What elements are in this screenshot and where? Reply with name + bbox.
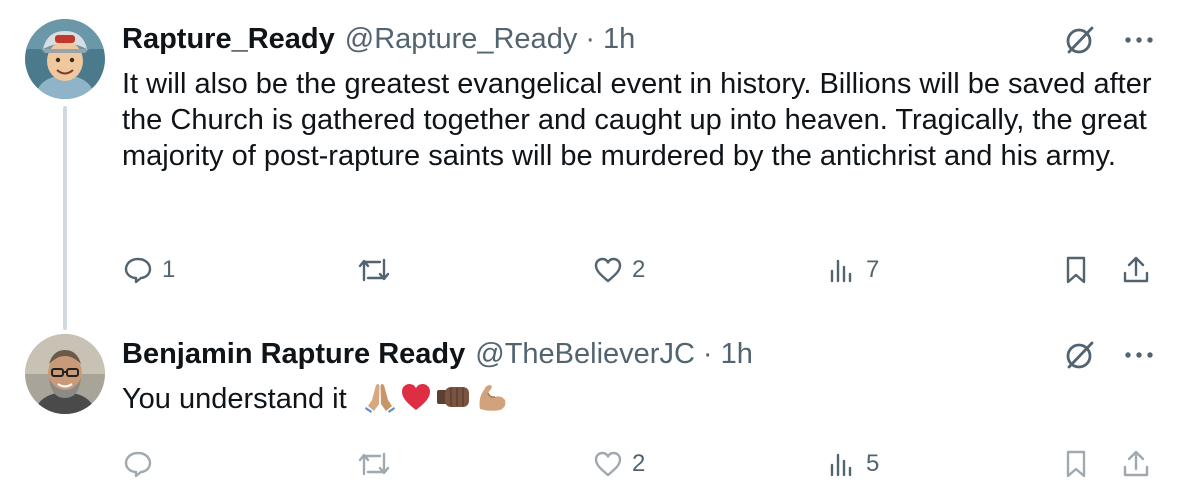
share-icon <box>1120 448 1152 480</box>
tweet-actions: 2 5 <box>122 444 1154 484</box>
views-button[interactable]: 7 <box>826 250 879 290</box>
reply-count: 1 <box>162 256 176 283</box>
user-handle[interactable]: @Rapture_Ready <box>345 23 578 56</box>
folded-hands-emoji <box>363 380 397 423</box>
like-button[interactable]: 2 <box>592 444 645 484</box>
tweet-header: Rapture_Ready @Rapture_Ready · 1h <box>122 19 635 59</box>
bookmark-button[interactable] <box>1060 250 1092 290</box>
grok-icon[interactable] <box>1062 337 1098 373</box>
grok-icon[interactable] <box>1062 22 1098 58</box>
tweet-text: You understand it <box>122 380 1162 423</box>
bookmark-icon <box>1060 254 1092 286</box>
reply-button[interactable] <box>122 444 162 484</box>
retweet-icon <box>356 448 392 480</box>
thread-connector-line <box>63 106 67 330</box>
views-button[interactable]: 5 <box>826 444 879 484</box>
timestamp[interactable]: 1h <box>603 23 635 56</box>
red-heart-emoji <box>399 380 433 423</box>
like-button[interactable]: 2 <box>592 250 645 290</box>
like-count: 2 <box>632 450 646 477</box>
avatar[interactable] <box>25 19 105 99</box>
tweet[interactable]: Rapture_Ready @Rapture_Ready · 1h It wil… <box>0 0 1184 330</box>
retweet-button[interactable] <box>356 444 400 484</box>
more-icon[interactable] <box>1124 35 1154 45</box>
share-button[interactable] <box>1120 444 1152 484</box>
tweet-top-icons <box>1062 20 1154 60</box>
like-icon <box>592 254 624 286</box>
share-button[interactable] <box>1120 250 1152 290</box>
tweet-actions: 1 2 7 <box>122 250 1154 290</box>
user-handle[interactable]: @TheBelieverJC <box>475 338 695 371</box>
views-count: 7 <box>866 256 880 283</box>
retweet-icon <box>356 254 392 286</box>
more-icon[interactable] <box>1124 350 1154 360</box>
reply-button[interactable]: 1 <box>122 250 175 290</box>
like-count: 2 <box>632 256 646 283</box>
views-icon <box>826 254 858 286</box>
tweet-text-content: You understand it <box>122 383 347 415</box>
like-icon <box>592 448 624 480</box>
fist-bump-emoji <box>435 380 473 423</box>
avatar[interactable] <box>25 334 105 414</box>
bookmark-button[interactable] <box>1060 444 1092 484</box>
tweet-header: Benjamin Rapture Ready @TheBelieverJC · … <box>122 334 753 374</box>
views-count: 5 <box>866 450 880 477</box>
share-icon <box>1120 254 1152 286</box>
bookmark-icon <box>1060 448 1092 480</box>
tweet-top-icons <box>1062 335 1154 375</box>
retweet-button[interactable] <box>356 250 400 290</box>
flexed-biceps-emoji <box>475 380 509 423</box>
tweet[interactable]: Benjamin Rapture Ready @TheBelieverJC · … <box>0 320 1184 502</box>
views-icon <box>826 448 858 480</box>
reply-icon <box>122 254 154 286</box>
separator-dot: · <box>585 22 595 55</box>
tweet-text: It will also be the greatest evangelical… <box>122 68 1152 172</box>
display-name[interactable]: Benjamin Rapture Ready <box>122 338 465 371</box>
timestamp[interactable]: 1h <box>721 338 753 371</box>
separator-dot: · <box>702 337 713 370</box>
emoji-group <box>363 380 509 423</box>
reply-icon <box>122 448 154 480</box>
display-name[interactable]: Rapture_Ready <box>122 23 335 56</box>
